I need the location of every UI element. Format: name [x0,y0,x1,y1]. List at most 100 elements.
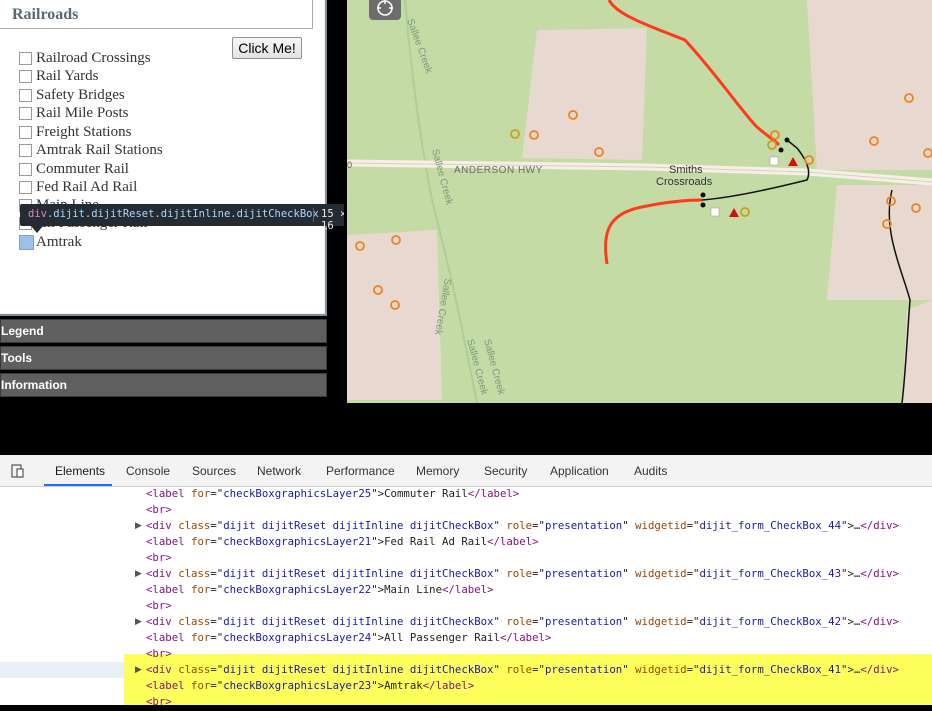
dom-node-line[interactable]: <br> [146,599,172,615]
attr-name: role [506,663,533,676]
checkbox-label[interactable]: Commuter Rail [36,161,129,178]
layers-panel: Railroads Click Me! Railroad Crossings R… [0,0,327,316]
dom-node-line[interactable]: <label for="checkBoxgraphicsLayer24">All… [146,631,551,647]
attr-name: role [506,519,533,532]
tooltip-tag: div [28,208,47,220]
node-text: Amtrak [384,679,423,692]
accordion-tools[interactable]: Tools [0,346,327,370]
attr-value: checkBoxgraphicsLayer24 [223,631,372,644]
checkbox-label[interactable]: Freight Stations [36,124,131,141]
checkbox-label[interactable]: Amtrak [36,234,82,251]
click-me-button[interactable]: Click Me! [232,37,302,59]
punct: =" [210,663,224,676]
checkbox[interactable] [19,163,32,176]
map-canvas[interactable]: 0 ANDERSON HWY Smiths Crossroads Sallee … [347,0,932,403]
selected-row-gutter [0,662,124,678]
attr-name: widgetid [635,663,687,676]
tag-close: </label> [499,631,552,644]
dom-node-line[interactable]: <div class="dijit dijitReset dijitInline… [146,615,899,631]
punct: "> [371,535,385,548]
place-label: Crossroads [656,176,713,188]
punct: =" [210,679,224,692]
accordion-information[interactable]: Information [0,373,327,397]
attr-name: widgetid [635,615,687,628]
checkbox[interactable] [19,52,32,65]
tab-security[interactable]: Security [484,464,527,478]
tooltip-selector: div.dijit.dijitReset.dijitInline.dijitCh… [28,208,319,220]
punct: =" [210,567,224,580]
map-view[interactable]: 0 ANDERSON HWY Smiths Crossroads Sallee … [344,0,932,406]
punct: " [493,519,507,532]
node-text: All Passenger Rail [384,631,500,644]
tab-network[interactable]: Network [257,464,301,478]
attr-name: class [178,519,211,532]
locate-button[interactable] [369,0,401,20]
dom-node-line[interactable]: <label for="checkBoxgraphicsLayer23">Amt… [146,679,474,695]
checkbox-label[interactable]: Safety Bridges [36,87,125,104]
dom-node-line[interactable]: <div class="dijit dijitReset dijitInline… [146,519,899,535]
checkbox[interactable] [19,70,32,83]
checkbox-label[interactable]: Fed Rail Ad Rail [36,179,137,196]
station-point [700,192,706,198]
dom-node-line[interactable]: <br> [146,551,172,567]
tag-open: <label [146,631,192,644]
station-point [778,147,784,153]
attr-value: dijit_form_CheckBox_41 [699,663,842,676]
parking-marker [769,156,779,166]
attr-value: checkBoxgraphicsLayer21 [223,535,372,548]
expand-triangle-icon[interactable]: ▶ [135,664,142,675]
dom-node-line[interactable]: <label for="checkBoxgraphicsLayer25">Com… [146,487,519,503]
accordion-legend[interactable]: Legend [0,319,327,343]
attr-name: widgetid [635,519,687,532]
urban-area [347,230,442,400]
checkbox-label[interactable]: Rail Yards [36,68,99,85]
dom-node-line[interactable]: <br> [146,695,172,711]
dom-node-line[interactable]: <div class="dijit dijitReset dijitInline… [146,567,899,583]
devtools-inspect-tooltip: div.dijit.dijitReset.dijitInline.dijitCh… [20,204,363,232]
punct: " [622,615,636,628]
checkbox[interactable] [19,126,32,139]
parking-marker [710,207,720,217]
checkbox-label[interactable]: Railroad Crossings [36,50,151,67]
checkbox-label[interactable]: Amtrak Rail Stations [36,142,163,159]
checkbox[interactable] [19,144,32,157]
checkbox[interactable] [19,107,32,120]
tab-memory[interactable]: Memory [416,464,459,478]
dom-node-line[interactable]: <label for="checkBoxgraphicsLayer21">Fed… [146,535,539,551]
tag-open: <label [146,535,192,548]
punct: =" [686,663,700,676]
checkbox-label[interactable]: Rail Mile Posts [36,105,129,122]
panel-title: Railroads [12,6,79,23]
tag-close: </label> [422,679,475,692]
expand-triangle-icon[interactable]: ▶ [135,616,142,627]
expand-triangle-icon[interactable]: ▶ [135,568,142,579]
attr-name: widgetid [635,567,687,580]
dom-node-line[interactable]: <br> [146,503,172,519]
tag-br: <br> [146,503,172,516]
checkbox[interactable] [19,181,32,194]
active-tab-indicator [44,484,112,486]
tag-open: <label [146,487,192,500]
tag-close: </div> [860,663,899,676]
tab-elements[interactable]: Elements [55,464,105,478]
dom-node-line[interactable]: <label for="checkBoxgraphicsLayer22">Mai… [146,583,494,599]
checkbox[interactable] [19,89,32,102]
attr-value: presentation [545,663,623,676]
device-toolbar-icon[interactable] [11,464,25,478]
tab-sources[interactable]: Sources [192,464,236,478]
tab-console[interactable]: Console [126,464,170,478]
tab-audits[interactable]: Audits [634,464,667,478]
tab-application[interactable]: Application [550,464,609,478]
tooltip-separator [313,208,314,222]
urban-area [827,185,932,300]
expand-triangle-icon[interactable]: ▶ [135,520,142,531]
dom-node-line[interactable]: <br> [146,647,172,663]
tag-close: </label> [487,535,539,548]
tab-performance[interactable]: Performance [326,464,395,478]
checkbox-highlighted[interactable] [19,235,34,250]
punct: ">… [841,567,861,580]
tag-br: <br> [146,599,172,612]
tag-open: <label [146,583,192,596]
punct: "> [371,679,385,692]
dom-node-line[interactable]: <div class="dijit dijitReset dijitInline… [146,663,899,679]
